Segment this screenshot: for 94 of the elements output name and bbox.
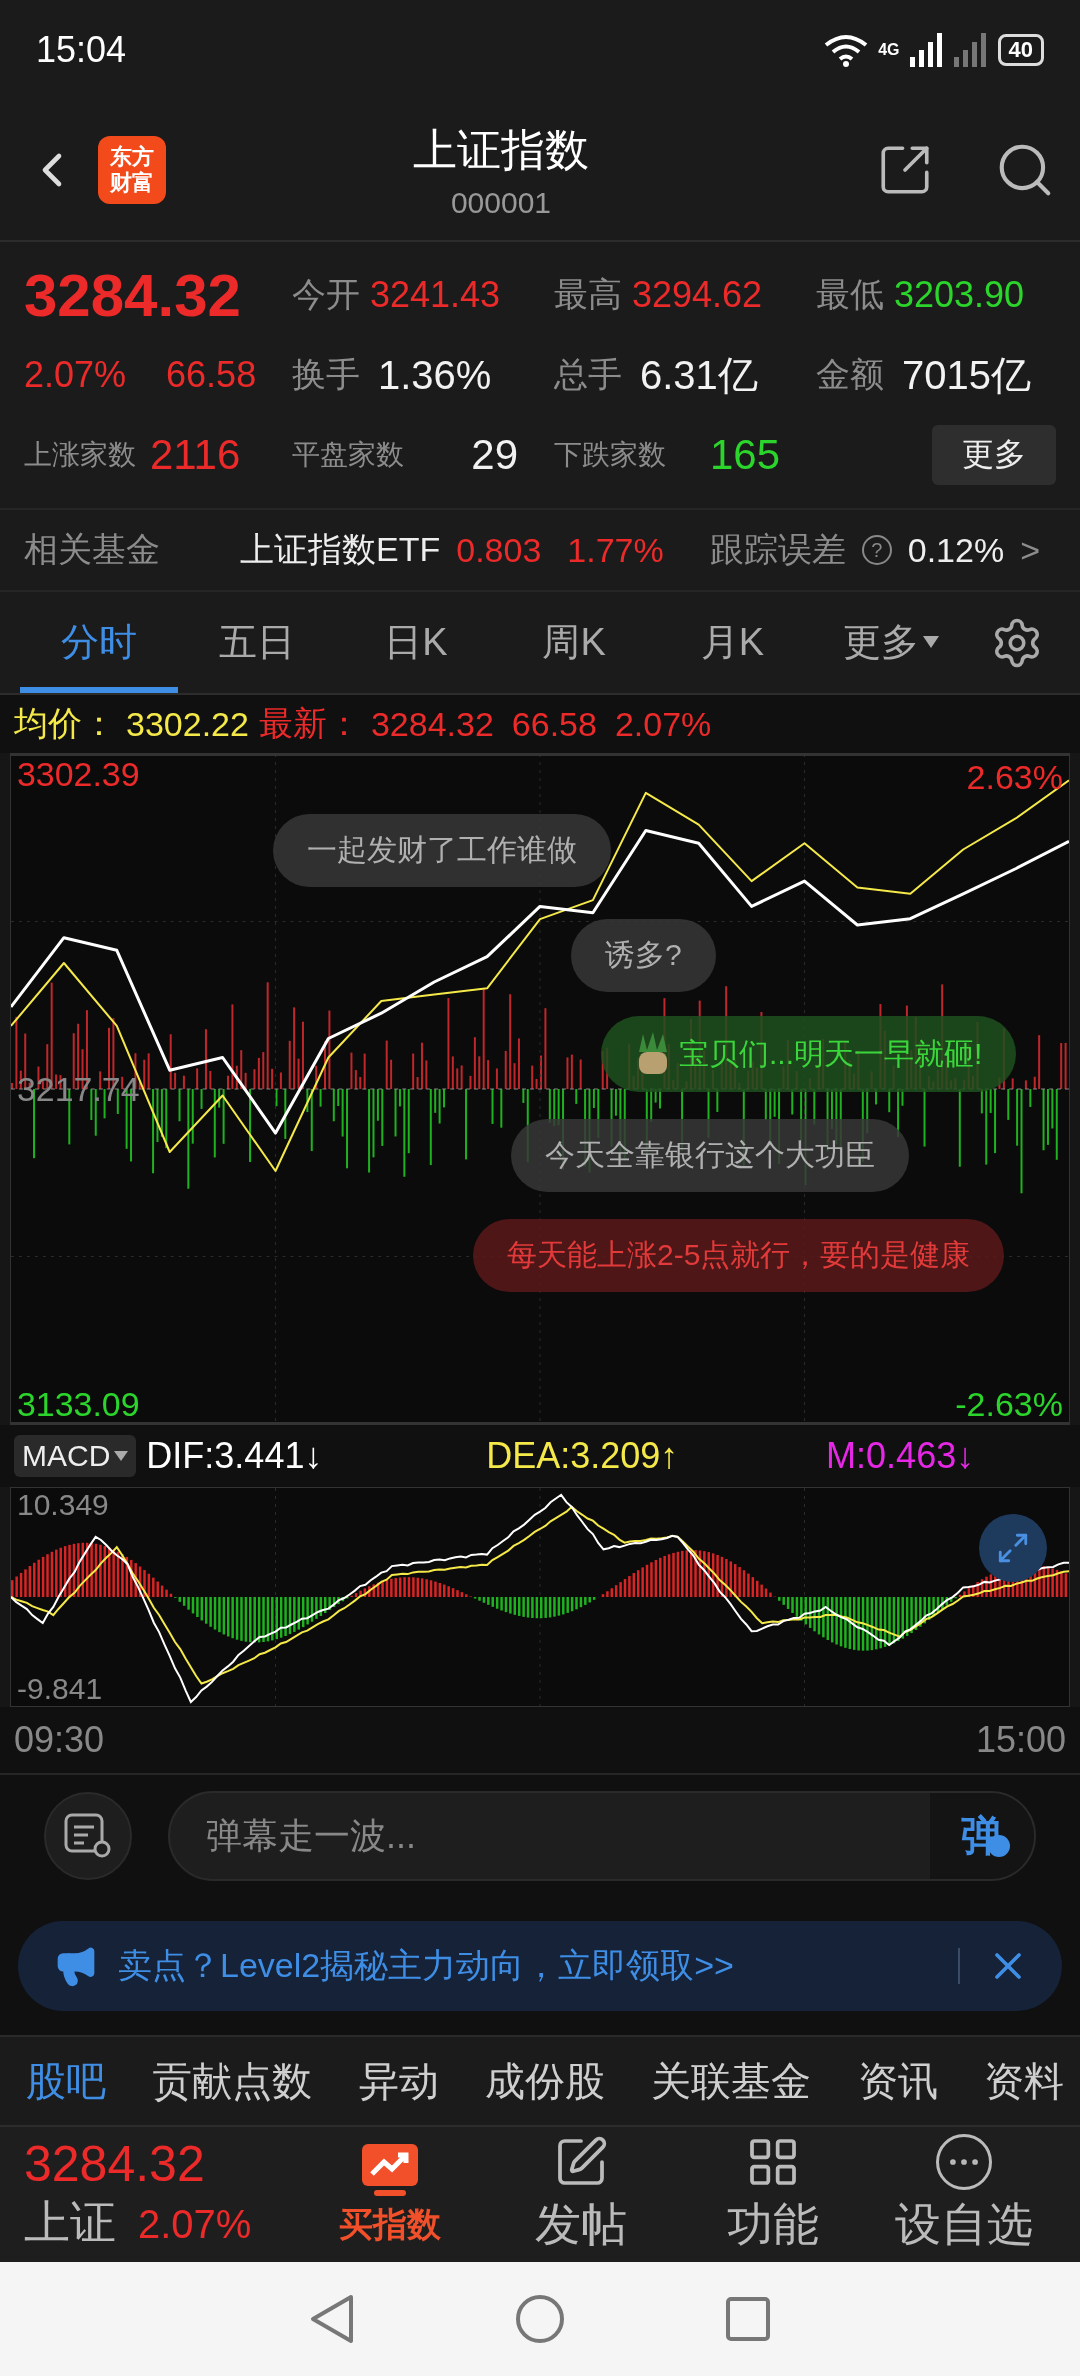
mini-index-name: 上证: [24, 2194, 116, 2250]
breadth-label: 平盘家数: [292, 438, 404, 472]
stat-value: 6.31亿: [640, 351, 758, 399]
average-value: 3302.22: [126, 704, 249, 744]
change-percent: 2.07%: [24, 354, 127, 396]
danmaku-comment: 每天能上涨2-5点就行，要的是健康: [473, 1219, 1005, 1292]
section-tab[interactable]: 关联基金: [651, 2053, 812, 2109]
index-title: 上证指数: [413, 123, 589, 176]
help-icon[interactable]: ?: [861, 535, 892, 565]
mini-percent: 2.07%: [138, 2201, 252, 2247]
latest-label: 最新：: [258, 703, 361, 744]
signal-icon: [953, 33, 988, 67]
battery-indicator: 40: [997, 34, 1044, 66]
expand-icon: [996, 1531, 1030, 1565]
fund-price: 0.803: [456, 530, 542, 570]
caret-icon: [922, 636, 939, 648]
indicator-selector[interactable]: MACD: [14, 1435, 137, 1477]
section-tab[interactable]: 资讯: [857, 2053, 938, 2109]
home-nav-icon[interactable]: [515, 2294, 565, 2344]
caret-icon: [114, 1451, 129, 1461]
expand-button[interactable]: [979, 1514, 1047, 1582]
stat-label: 今开: [292, 274, 360, 315]
fund-label: 相关基金: [24, 529, 161, 570]
latest-value: 3284.32: [370, 704, 494, 744]
wifi-icon: [824, 33, 869, 67]
more-icon: [936, 2133, 993, 2190]
time-label: 09:30: [14, 1719, 105, 1761]
section-tab[interactable]: 股吧: [26, 2053, 106, 2109]
trend-chart-icon: [359, 2141, 420, 2198]
tracking-value: 0.12%: [907, 530, 1005, 570]
stat-label: 最高: [554, 274, 622, 315]
stat-value: 3294.62: [632, 274, 763, 316]
stat-label: 最低: [816, 274, 884, 315]
document-settings-icon: [64, 1813, 112, 1859]
signal-icon: [909, 33, 944, 67]
back-nav-icon[interactable]: [309, 2293, 355, 2345]
danmaku-comment: 诱多?: [571, 919, 716, 992]
time-label: 15:00: [975, 1719, 1066, 1761]
chart-tab[interactable]: 更多: [811, 592, 970, 693]
breadth-value: 2116: [150, 431, 241, 479]
network-type: 4G: [878, 41, 900, 59]
fund-name[interactable]: 上证指数ETF: [240, 527, 441, 573]
stat-value: 3203.90: [894, 274, 1025, 316]
change-value: 66.58: [166, 354, 257, 396]
axis-high-percent: 2.63%: [966, 758, 1063, 797]
breadth-label: 上涨家数: [24, 438, 136, 472]
macd-low-label: -9.841: [17, 1672, 103, 1706]
more-button[interactable]: 更多: [932, 425, 1056, 485]
m-value: M:0.463↓: [826, 1435, 976, 1477]
chart-tab[interactable]: 日K: [336, 592, 495, 693]
section-tab[interactable]: 成份股: [485, 2053, 605, 2109]
danmaku-comment: 今天全靠银行这个大功臣: [511, 1119, 909, 1192]
danmaku-comment: 宝贝们...明天一早就砸!: [601, 1016, 1017, 1092]
chart-tab[interactable]: 五日: [178, 592, 337, 693]
recents-nav-icon[interactable]: [725, 2296, 771, 2342]
action-button[interactable]: 功能: [677, 2132, 869, 2257]
dif-value: DIF:3.441↓: [146, 1435, 324, 1477]
stat-label: 总手: [554, 354, 622, 395]
tracking-label: 跟踪误差: [709, 529, 846, 570]
index-code: 000001: [450, 185, 552, 220]
axis-low-percent: -2.63%: [955, 1385, 1063, 1424]
stat-value: 1.36%: [378, 352, 492, 398]
logo-text: 财富: [110, 170, 154, 196]
stat-label: 金额: [816, 354, 884, 395]
mini-price: 3284.32: [24, 2135, 206, 2192]
section-tab[interactable]: 异动: [358, 2053, 439, 2109]
stat-label: 换手: [292, 354, 360, 395]
average-label: 均价：: [14, 703, 116, 744]
section-tab[interactable]: 资料: [983, 2053, 1064, 2109]
action-button[interactable]: 买指数: [294, 2140, 486, 2249]
axis-tick-label: 3302.39: [17, 754, 140, 793]
latest-value: 2.07%: [614, 704, 712, 744]
stat-value: 3241.43: [370, 274, 501, 316]
macd-high-label: 10.349: [17, 1488, 109, 1522]
chevron-text[interactable]: >: [1020, 530, 1040, 570]
action-button[interactable]: 发帖: [485, 2132, 677, 2257]
breadth-label: 下跌家数: [554, 438, 666, 472]
status-time: 15:04: [36, 29, 127, 71]
axis-tick-label: 3133.09: [17, 1385, 140, 1424]
chart-tab[interactable]: 月K: [653, 592, 812, 693]
logo-text: 东方: [110, 144, 154, 170]
breadth-value: 165: [709, 431, 780, 479]
latest-value: 66.58: [511, 704, 597, 744]
action-button[interactable]: 设自选: [868, 2132, 1060, 2257]
current-price: 3284.32: [24, 260, 241, 330]
breadth-value: 29: [471, 431, 518, 479]
promo-banner[interactable]: 卖点？Level2揭秘主力动向，立即领取>>: [18, 1921, 1062, 2011]
promo-text: 卖点？Level2揭秘主力动向，立即领取>>: [118, 1945, 735, 1986]
stat-value: 7015亿: [902, 351, 1031, 399]
section-tab[interactable]: 贡献点数: [152, 2053, 313, 2109]
fund-percent: 1.77%: [567, 530, 664, 570]
dea-value: DEA:3.209↑: [486, 1435, 680, 1477]
chart-tab[interactable]: 周K: [495, 592, 654, 693]
danmaku-comment: 一起发财了工作谁做: [273, 814, 611, 887]
